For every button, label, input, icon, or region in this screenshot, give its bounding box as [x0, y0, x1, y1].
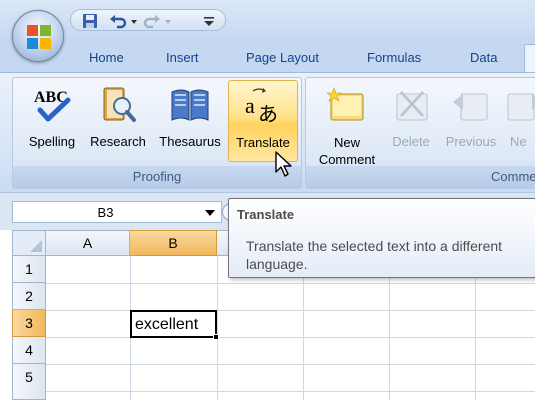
- gridline: [46, 391, 535, 392]
- gridline: [46, 310, 535, 311]
- spelling-button[interactable]: ABC Spelling: [19, 80, 85, 162]
- gridline: [46, 337, 535, 338]
- row-header-4[interactable]: 4: [12, 337, 46, 364]
- new-comment-button[interactable]: New Comment: [311, 80, 383, 167]
- spelling-abc-check-icon: ABC: [34, 89, 71, 122]
- tab-data[interactable]: Data: [470, 50, 497, 65]
- office-logo-icon: [27, 25, 51, 49]
- translate-label: Translate: [236, 135, 290, 150]
- gridline: [217, 256, 218, 400]
- thesaurus-label: Thesaurus: [159, 134, 221, 149]
- name-box[interactable]: B3: [12, 201, 222, 223]
- gridline: [46, 364, 535, 365]
- tab-review-active[interactable]: [524, 44, 535, 73]
- active-cell-b3[interactable]: excellent: [130, 310, 217, 338]
- undo-dropdown-icon[interactable]: [129, 12, 139, 30]
- spelling-label: Spelling: [28, 134, 76, 149]
- mouse-pointer-icon: [275, 151, 292, 177]
- proofing-group: ABC Spelling Research Thesaurus a あ Tran…: [12, 77, 302, 189]
- fill-handle[interactable]: [213, 334, 219, 340]
- previous-comment-icon: [453, 93, 488, 121]
- name-box-dropdown-icon[interactable]: [205, 210, 215, 216]
- new-comment-label: New Comment: [311, 134, 383, 168]
- new-comment-icon: [327, 87, 364, 121]
- proofing-group-label: Proofing: [13, 166, 301, 188]
- select-all-triangle-icon: [30, 240, 42, 252]
- row-header-2[interactable]: 2: [12, 283, 46, 310]
- next-label: Ne: [510, 134, 527, 149]
- translate-glyph-latin: a: [245, 93, 255, 118]
- research-button[interactable]: Research: [85, 80, 151, 162]
- redo-dropdown-icon: [165, 20, 171, 24]
- redo-icon: [143, 15, 160, 29]
- next-comment-button: Ne: [507, 80, 535, 162]
- undo-icon[interactable]: [109, 12, 127, 30]
- customize-qat-icon[interactable]: [201, 12, 217, 30]
- research-book-magnifier-icon: [103, 87, 136, 122]
- translate-icon: a あ: [245, 88, 278, 125]
- delete-comment-icon: [396, 91, 428, 121]
- column-header-b[interactable]: B: [130, 230, 217, 256]
- row-header-1[interactable]: 1: [12, 256, 46, 283]
- previous-label: Previous: [445, 134, 497, 149]
- new-comment-label-line1: New: [333, 135, 360, 150]
- comments-group: New Comment Delete Previous Ne Comme: [305, 77, 535, 189]
- translate-tooltip: Translate Translate the selected text in…: [228, 198, 535, 278]
- row-header-5[interactable]: 5: [12, 364, 46, 400]
- tooltip-body: Translate the selected text into a diffe…: [246, 238, 503, 272]
- gridline: [46, 283, 535, 284]
- tab-home[interactable]: Home: [89, 50, 124, 65]
- thesaurus-button[interactable]: Thesaurus: [152, 80, 228, 162]
- select-all-corner[interactable]: [12, 230, 46, 256]
- office-button[interactable]: [12, 10, 64, 62]
- tooltip-title: Translate: [237, 207, 295, 222]
- thesaurus-book-icon: [171, 89, 209, 121]
- column-header-a[interactable]: A: [46, 230, 130, 256]
- cell-value: excellent: [135, 316, 199, 333]
- research-label: Research: [90, 134, 146, 149]
- ribbon: ABC Spelling Research Thesaurus a あ Tran…: [0, 72, 535, 192]
- translate-glyph-jp: あ: [258, 102, 278, 125]
- quick-access-toolbar: [70, 9, 226, 31]
- save-icon[interactable]: [81, 12, 99, 30]
- tab-formulas[interactable]: Formulas: [367, 50, 421, 65]
- delete-comment-button: Delete: [386, 80, 436, 162]
- comments-group-label: Comme: [306, 166, 535, 188]
- row-header-3[interactable]: 3: [12, 310, 46, 337]
- name-box-value: B3: [97, 205, 114, 220]
- tab-page-layout[interactable]: Page Layout: [246, 50, 319, 65]
- next-comment-icon: [507, 93, 535, 121]
- delete-label: Delete: [392, 134, 430, 149]
- ribbon-tabs: Home Insert Page Layout Formulas Data: [0, 42, 535, 73]
- previous-comment-button: Previous: [439, 80, 503, 162]
- tab-insert[interactable]: Insert: [166, 50, 199, 65]
- title-bar: [0, 0, 535, 42]
